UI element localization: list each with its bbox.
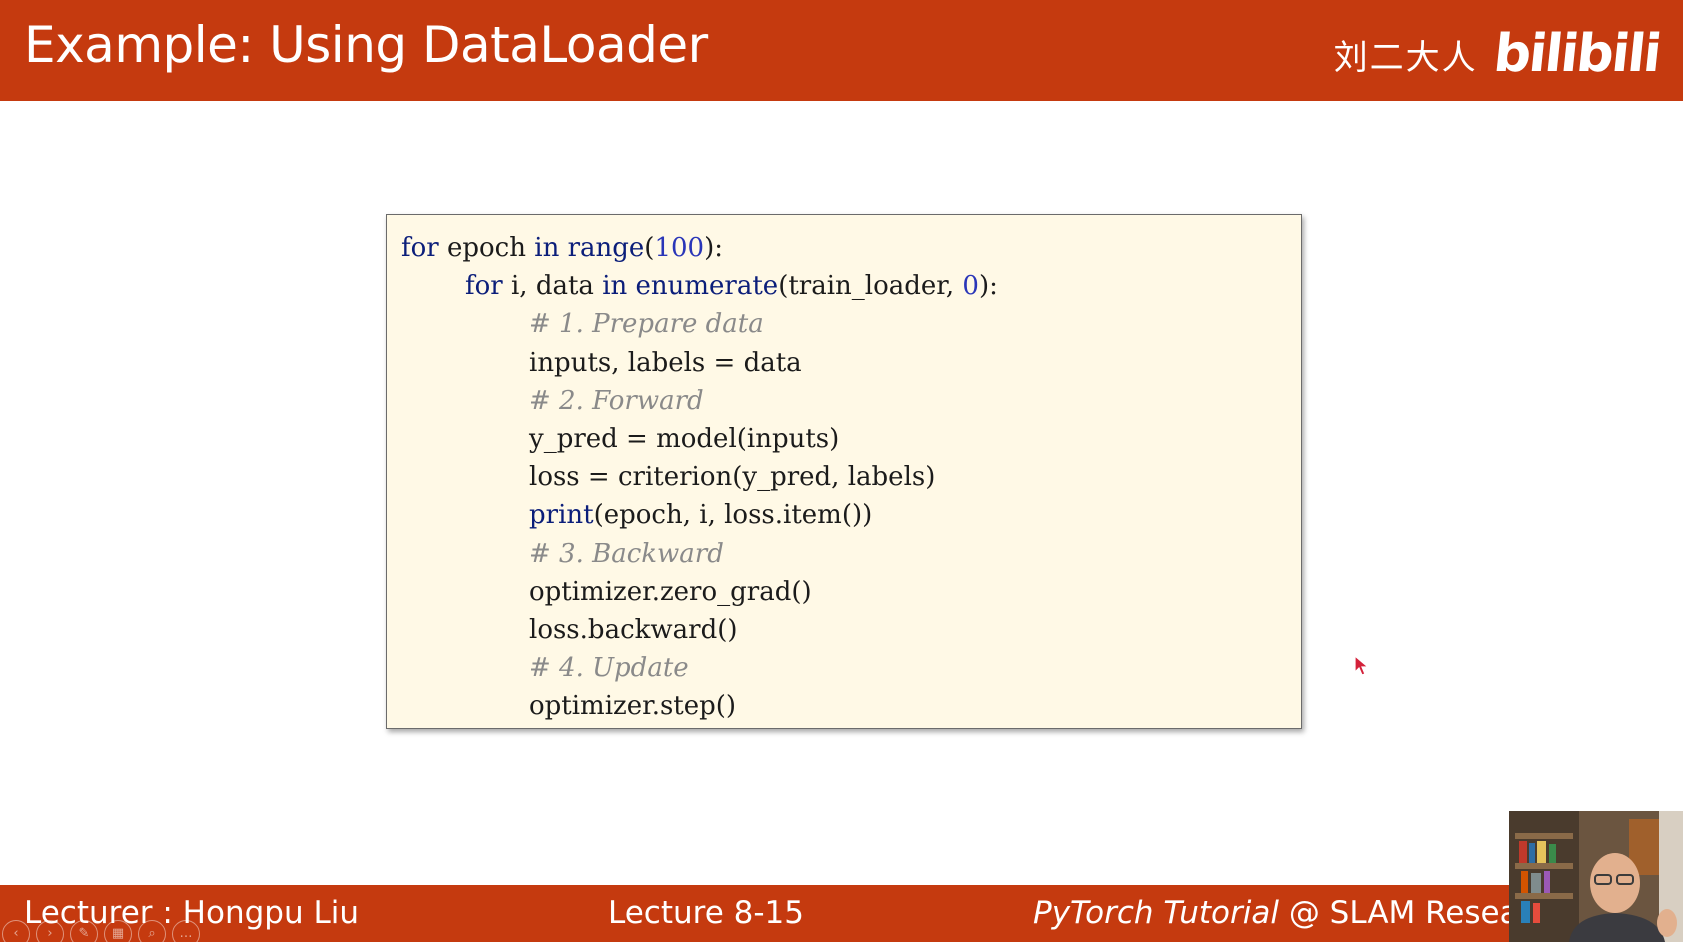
code-token: i, data: [502, 271, 603, 302]
code-token: (train_loader,: [778, 271, 963, 302]
watermark-name: 刘二大人: [1333, 37, 1478, 78]
footer-course-affiliation: @ SLAM Resea: [1278, 895, 1519, 931]
slide-footer: Lecturer : Hongpu Liu Lecture 8-15 PyTor…: [0, 885, 1683, 942]
code-line-8: print(epoch, i, loss.item()): [401, 496, 1301, 534]
code-token: in: [534, 233, 560, 263]
code-comment-forward: # 2. Forward: [529, 385, 704, 416]
code-comment-update: # 4. Update: [529, 653, 689, 684]
code-token: range: [567, 233, 645, 263]
code-line-6: y_pred = model(inputs): [529, 423, 840, 454]
code-line-11: loss.backward(): [529, 614, 738, 645]
code-token: (epoch, i, loss.item()): [593, 500, 873, 531]
prev-icon[interactable]: ‹: [2, 920, 30, 942]
code-token: for: [465, 271, 503, 302]
slides-icon[interactable]: ▦: [104, 920, 132, 942]
more-icon[interactable]: …: [172, 920, 200, 942]
code-token: (: [644, 233, 655, 263]
code-token: in: [602, 271, 628, 302]
slide-title: Example: Using DataLoader: [24, 16, 708, 74]
code-comment-backward: # 3. Backward: [529, 538, 724, 569]
code-token: print: [529, 500, 594, 531]
watermark: 刘二大人 bilibili: [1333, 22, 1663, 86]
code-token: ):: [704, 233, 723, 263]
code-line-4: inputs, labels = data: [529, 347, 802, 378]
next-icon[interactable]: ›: [36, 920, 64, 942]
pen-icon[interactable]: ✎: [70, 920, 98, 942]
footer-lecture-number: Lecture 8-15: [608, 895, 804, 931]
footer-course-title: PyTorch Tutorial: [1033, 895, 1279, 931]
zoom-icon[interactable]: ⌕: [138, 920, 166, 942]
code-token: 0: [962, 271, 979, 302]
code-token: enumerate: [635, 271, 779, 302]
code-line-1: for epoch in range(100):: [401, 229, 1301, 267]
code-line-7: loss = criterion(y_pred, labels): [529, 462, 936, 493]
footer-course: PyTorch Tutorial @ SLAM Resea: [1033, 893, 1519, 933]
code-token: epoch: [438, 233, 535, 263]
code-line-13: optimizer.step(): [529, 691, 737, 722]
code-line-10: optimizer.zero_grad(): [529, 576, 812, 607]
presenter-webcam: [1509, 811, 1683, 942]
slideshow-controls: ‹ › ✎ ▦ ⌕ …: [2, 920, 200, 942]
code-token: for: [401, 233, 439, 263]
slide-header: Example: Using DataLoader 刘二大人 bilibili: [0, 0, 1683, 101]
presenter-video-frame: [1509, 811, 1683, 942]
code-block: for epoch in range(100): for i, data in …: [386, 214, 1302, 729]
bilibili-logo: bilibili: [1490, 24, 1663, 84]
cursor-arrow-icon: [1354, 655, 1370, 676]
code-comment-prepare: # 1. Prepare data: [529, 309, 764, 340]
code-token: 100: [654, 233, 705, 263]
code-token: ):: [978, 271, 998, 302]
code-line-2: for i, data in enumerate(train_loader, 0…: [401, 267, 1301, 305]
